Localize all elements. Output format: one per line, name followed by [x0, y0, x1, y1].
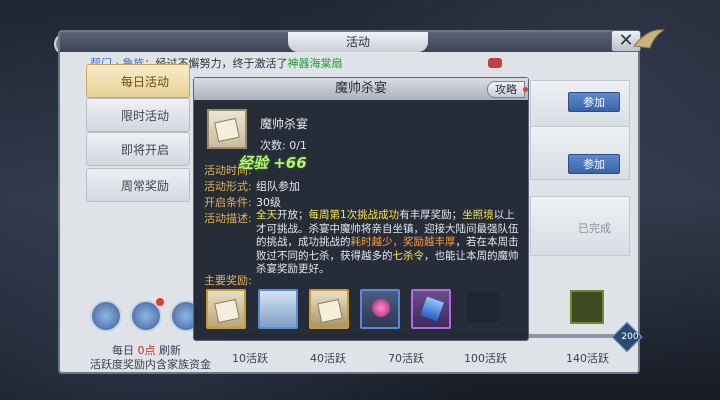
window-title: 活动	[288, 32, 428, 52]
completed-label: 已完成	[578, 222, 611, 235]
tab-limited[interactable]: 限时活动	[86, 98, 190, 132]
ornament-wing-icon	[633, 29, 666, 49]
milestone-label: 10活跃	[232, 352, 268, 365]
milestone-label: 40活跃	[310, 352, 346, 365]
exp-gain-text: 经验 +66	[238, 154, 307, 172]
scroll-icon	[207, 109, 247, 149]
lips-icon	[488, 58, 502, 68]
scroll-reward-icon[interactable]	[206, 289, 246, 329]
event-name: 魔帅杀宴	[260, 117, 309, 131]
reward-label: 主要奖励:	[204, 274, 252, 287]
condition-value: 30级	[256, 196, 281, 209]
reward-chest-icon[interactable]	[570, 290, 604, 324]
announcement-item[interactable]: 神器海棠扇	[288, 57, 343, 70]
notification-dot	[523, 87, 528, 92]
join-button[interactable]: 参加	[568, 154, 620, 174]
event-description: 全天开放；每周第1次挑战成功有丰厚奖励；坐照境以上才可挑战。杀宴中魔帅将亲自坐镇…	[256, 209, 519, 275]
guide-button[interactable]: 攻略	[487, 81, 525, 98]
event-detail-popup: 魔帅杀宴 攻略 魔帅杀宴 次数: 0/1 活动时间: 经验 +66 活动形式: …	[193, 77, 529, 341]
milestone-label: 100活跃	[464, 352, 507, 365]
milestone-label: 70活跃	[388, 352, 424, 365]
pearl-reward-icon[interactable]	[360, 289, 400, 329]
scroll-reward-icon[interactable]	[309, 289, 349, 329]
tab-weekly-rewards[interactable]: 周常奖励	[86, 168, 190, 202]
calendar-icon[interactable]	[90, 300, 122, 332]
tab-daily[interactable]: 每日活动	[86, 64, 190, 98]
notification-dot	[156, 298, 164, 306]
desc-label: 活动描述:	[204, 212, 252, 225]
gem-reward-icon[interactable]	[411, 289, 451, 329]
event-count: 次数: 0/1	[260, 139, 307, 152]
crystal-box-reward-icon[interactable]	[258, 289, 298, 329]
progress-end-label: 200	[621, 332, 639, 342]
condition-label: 开启条件:	[204, 196, 252, 209]
popup-title: 魔帅杀宴	[194, 78, 528, 100]
family-fund-note: 活跃度奖励内含家族资金	[90, 358, 211, 371]
form-label: 活动形式:	[204, 180, 252, 193]
form-value: 组队参加	[256, 180, 300, 193]
join-button[interactable]: 参加	[568, 92, 620, 112]
tab-upcoming[interactable]: 即将开启	[86, 132, 190, 166]
milestone-label: 140活跃	[566, 352, 609, 365]
